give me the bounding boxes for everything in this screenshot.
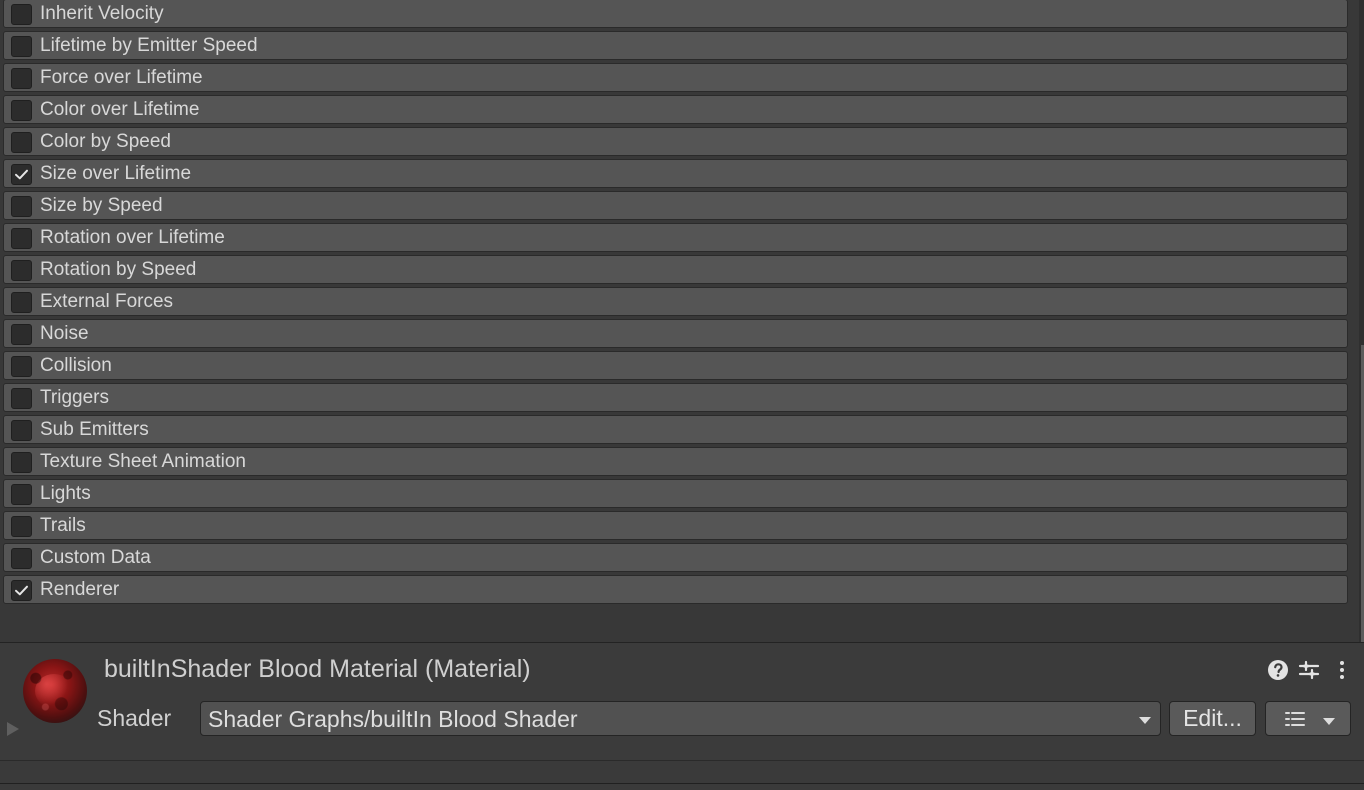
module-row[interactable]: Size by Speed [3,191,1348,220]
module-checkbox[interactable] [11,196,32,217]
module-label: Color by Speed [40,131,171,152]
module-checkbox[interactable] [11,324,32,345]
edit-button[interactable]: Edit... [1169,701,1256,736]
module-row[interactable]: Size over Lifetime [3,159,1348,188]
material-panel: builtInShader Blood Material (Material) … [0,643,1364,760]
module-checkbox[interactable] [11,484,32,505]
module-checkbox[interactable] [11,292,32,313]
module-label: Rotation over Lifetime [40,227,225,248]
module-row[interactable]: Noise [3,319,1348,348]
module-row[interactable]: Trails [3,511,1348,540]
module-row[interactable]: Rotation over Lifetime [3,223,1348,252]
module-checkbox[interactable] [11,388,32,409]
module-label: Texture Sheet Animation [40,451,246,472]
module-label: Rotation by Speed [40,259,197,280]
module-checkbox[interactable] [11,452,32,473]
module-label: Lights [40,483,91,504]
particle-modules-list: Inherit Velocity Lifetime by Emitter Spee… [0,0,1364,619]
module-label: Noise [40,323,89,344]
module-label: Lifetime by Emitter Speed [40,35,258,56]
shader-label: Shader [97,705,172,731]
module-label: Triggers [40,387,109,408]
material-preview [23,659,87,723]
chevron-right-icon[interactable] [6,721,20,737]
module-label: Sub Emitters [40,419,149,440]
module-row[interactable]: Force over Lifetime [3,63,1348,92]
bottom-divider [0,783,1364,784]
module-row[interactable]: Custom Data [3,543,1348,572]
module-checkbox[interactable] [11,516,32,537]
module-checkbox[interactable] [11,132,32,153]
module-checkbox[interactable] [11,580,32,601]
module-row[interactable]: Color by Speed [3,127,1348,156]
chevron-down-icon [1322,714,1336,725]
help-icon[interactable] [1267,659,1289,681]
list-dropdown-button[interactable] [1265,701,1351,736]
module-row[interactable]: Rotation by Speed [3,255,1348,284]
module-row[interactable]: External Forces [3,287,1348,316]
module-checkbox[interactable] [11,164,32,185]
module-checkbox[interactable] [11,228,32,249]
shader-dropdown[interactable]: Shader Graphs/builtIn Blood Shader [200,701,1161,736]
module-row[interactable]: Triggers [3,383,1348,412]
module-label: Trails [40,515,86,536]
module-row[interactable]: Renderer [3,575,1348,604]
module-row[interactable]: Sub Emitters [3,415,1348,444]
module-label: Force over Lifetime [40,67,203,88]
module-checkbox[interactable] [11,420,32,441]
module-checkbox[interactable] [11,68,32,89]
settings-icon[interactable] [1298,659,1320,681]
more-vert-icon[interactable] [1331,659,1353,681]
material-title: builtInShader Blood Material (Material) [104,655,531,683]
module-row[interactable]: Inherit Velocity [3,0,1348,28]
module-label: External Forces [40,291,174,312]
module-checkbox[interactable] [11,356,32,377]
module-checkbox[interactable] [11,4,32,25]
module-checkbox[interactable] [11,36,32,57]
module-row[interactable]: Lifetime by Emitter Speed [3,31,1348,60]
shader-value: Shader Graphs/builtIn Blood Shader [208,706,578,732]
module-row[interactable]: Collision [3,351,1348,380]
module-label: Size over Lifetime [40,163,192,184]
module-row[interactable]: Texture Sheet Animation [3,447,1348,476]
module-label: Size by Speed [40,195,163,216]
module-label: Color over Lifetime [40,99,200,120]
chevron-down-icon [1138,713,1152,724]
module-label: Renderer [40,579,120,600]
module-checkbox[interactable] [11,548,32,569]
module-label: Inherit Velocity [40,3,164,24]
module-checkbox[interactable] [11,100,32,121]
module-label: Custom Data [40,547,151,568]
module-label: Collision [40,355,112,376]
module-row[interactable]: Color over Lifetime [3,95,1348,124]
list-icon [1284,710,1306,728]
module-checkbox[interactable] [11,260,32,281]
bottom-area [0,761,1364,790]
module-row[interactable]: Lights [3,479,1348,508]
